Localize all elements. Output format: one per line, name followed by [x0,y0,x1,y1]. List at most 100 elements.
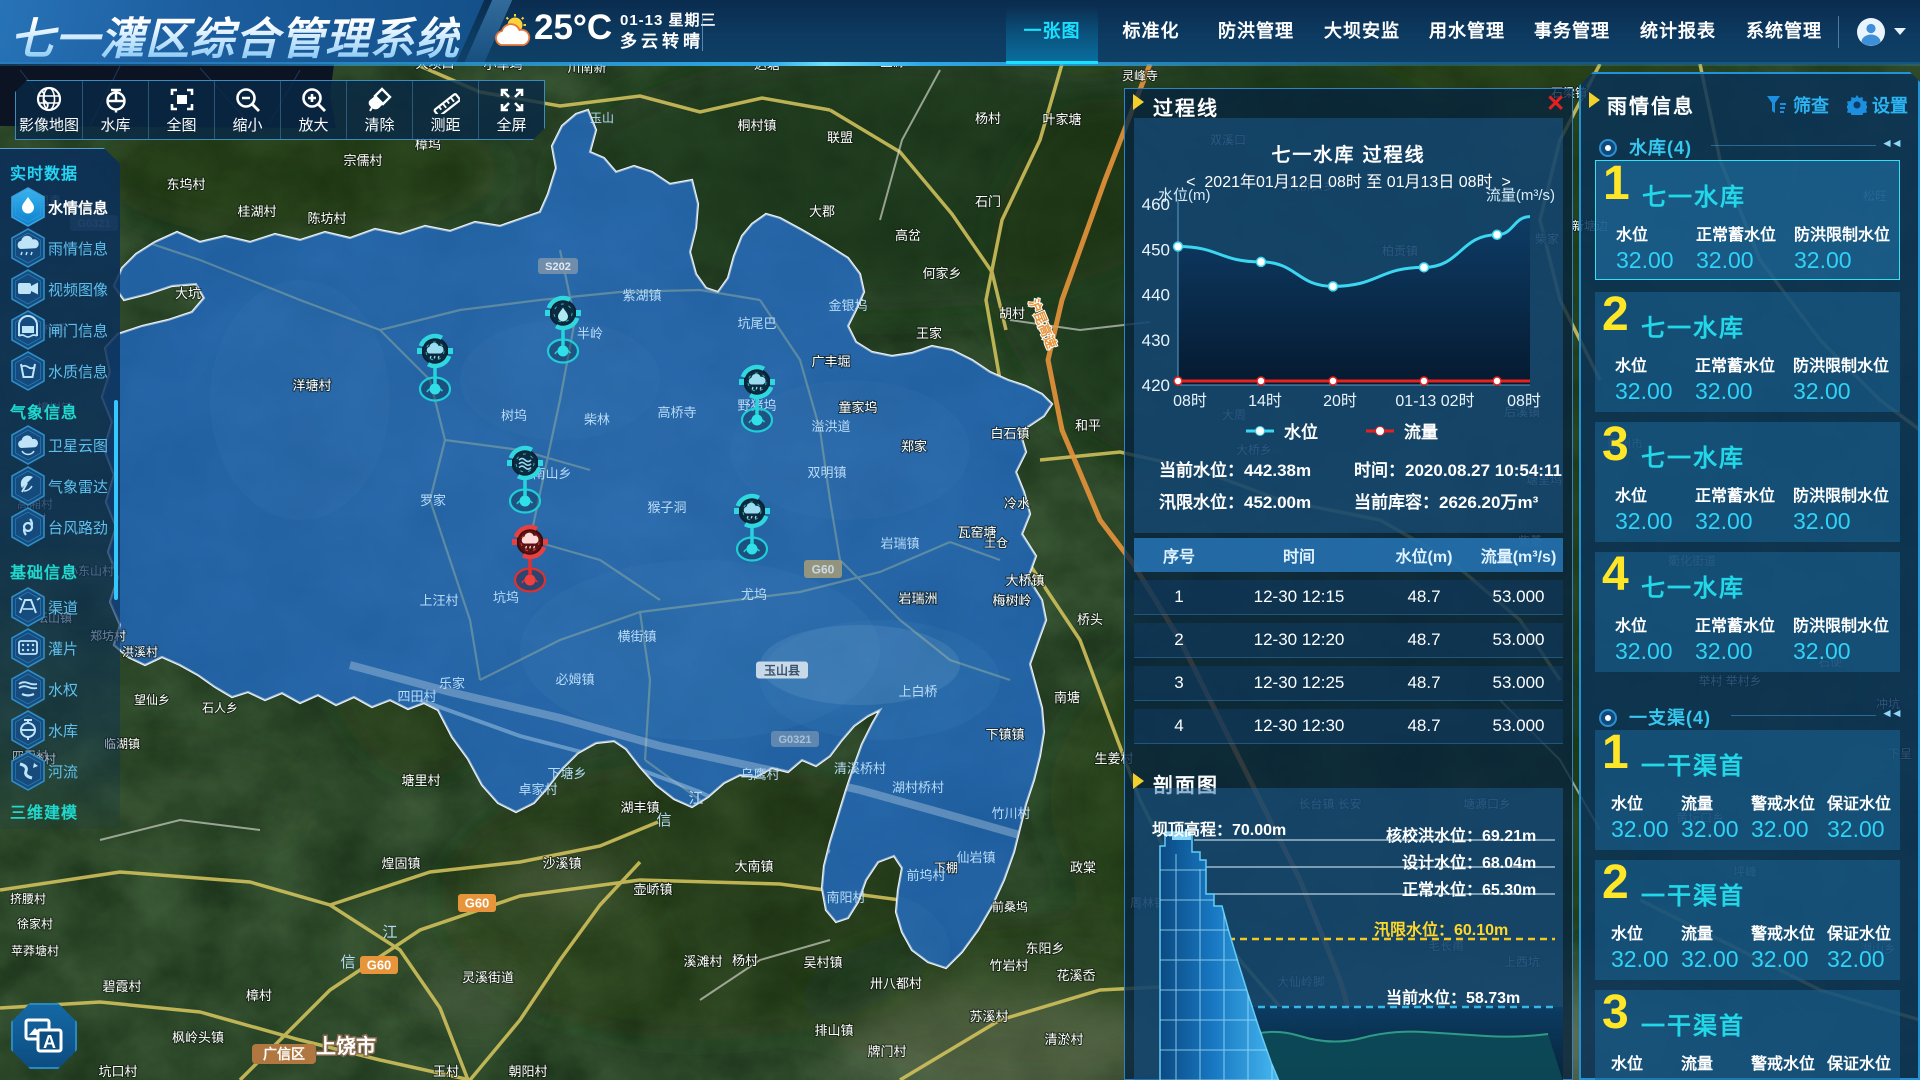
svg-text:08时: 08时 [1173,392,1207,410]
svg-text:花溪岙: 花溪岙 [1056,968,1095,983]
svg-text:杨村: 杨村 [732,953,758,968]
svg-text:460: 460 [1142,195,1170,214]
svg-text:尤坞: 尤坞 [741,587,767,602]
svg-text:450: 450 [1142,240,1170,259]
svg-text:南塘: 南塘 [1054,690,1080,705]
svg-text:大桥镇: 大桥镇 [1005,573,1044,588]
svg-text:溪滩村: 溪滩村 [683,954,722,969]
svg-text:樟村: 樟村 [246,988,272,1003]
svg-text:大坑: 大坑 [175,286,201,301]
svg-text:G60: G60 [465,896,490,911]
svg-text:陈坊村: 陈坊村 [307,211,346,226]
svg-text:和平: 和平 [1075,418,1101,433]
svg-text:冷水: 冷水 [1004,496,1030,511]
svg-text:仙岩镇: 仙岩镇 [956,850,995,865]
svg-text:梅树岭: 梅树岭 [992,593,1031,608]
svg-text:流量: 流量 [1404,422,1438,442]
svg-text:洋塘村: 洋塘村 [292,378,331,393]
svg-text:苹莽塘村: 苹莽塘村 [11,943,59,958]
svg-text:枫岭头镇: 枫岭头镇 [172,1030,224,1045]
svg-text:洪溪村: 洪溪村 [122,645,158,659]
svg-text:420: 420 [1142,376,1170,395]
svg-text:S202: S202 [545,261,571,273]
svg-text:上饶市: 上饶市 [316,1034,376,1058]
svg-text:竹川村: 竹川村 [991,806,1030,821]
svg-text:乐家: 乐家 [439,676,465,691]
svg-text:东阳乡: 东阳乡 [1025,941,1064,956]
svg-text:联盟: 联盟 [827,130,853,145]
svg-text:金银坞: 金银坞 [828,298,867,313]
svg-text:卓家村: 卓家村 [518,782,557,797]
svg-text:沙溪镇: 沙溪镇 [542,856,581,871]
svg-text:20时: 20时 [1323,392,1357,410]
svg-text:A: A [43,1032,56,1052]
svg-text:广丰堀: 广丰堀 [811,354,850,369]
svg-text:440: 440 [1142,286,1170,305]
svg-text:政棠: 政棠 [1070,860,1096,875]
svg-text:湖村桥村: 湖村桥村 [892,780,944,795]
svg-text:江: 江 [382,924,397,941]
svg-text:何家乡: 何家乡 [922,266,961,281]
svg-text:玉山县: 玉山县 [764,662,800,677]
svg-text:罗家: 罗家 [420,493,446,508]
svg-text:石人乡: 石人乡 [202,701,238,715]
svg-text:高岔: 高岔 [895,228,921,243]
svg-text:宗儒村: 宗儒村 [343,153,382,168]
svg-text:岩瑞洲: 岩瑞洲 [898,591,937,606]
svg-text:灵峰寺: 灵峰寺 [1122,69,1158,83]
svg-text:上汪村: 上汪村 [419,593,458,608]
svg-text:岩瑞镇: 岩瑞镇 [880,536,919,551]
svg-text:大南镇: 大南镇 [734,859,773,874]
svg-text:煌固镇: 煌固镇 [381,856,420,871]
svg-text:杨村: 杨村 [975,111,1001,126]
svg-text:前坞村: 前坞村 [906,868,945,883]
svg-text:坑坞: 坑坞 [493,590,519,605]
svg-text:卅八都村: 卅八都村 [870,976,922,991]
svg-text:江: 江 [688,790,703,807]
svg-text:下塘乡: 下塘乡 [547,766,586,781]
svg-text:01-13 02时: 01-13 02时 [1395,392,1474,410]
svg-text:胡村: 胡村 [999,306,1025,321]
svg-text:排山镇: 排山镇 [814,1023,853,1038]
svg-text:坑口村: 坑口村 [98,1064,137,1079]
svg-text:前桑坞: 前桑坞 [992,899,1028,914]
svg-text:塘里村: 塘里村 [401,773,440,788]
svg-text:溢洪道: 溢洪道 [811,419,850,434]
svg-text:湖丰镇: 湖丰镇 [620,800,659,815]
svg-text:430: 430 [1142,331,1170,350]
svg-text:桥头: 桥头 [1077,612,1103,627]
svg-text:双明镇: 双明镇 [807,465,846,480]
svg-text:柴林: 柴林 [584,412,610,427]
svg-text:望仙乡: 望仙乡 [134,693,170,707]
svg-text:石门: 石门 [975,194,1001,209]
svg-text:郑家: 郑家 [901,439,927,454]
svg-text:G60: G60 [367,958,392,973]
svg-text:碧霞村: 碧霞村 [102,979,141,994]
svg-text:吴村镇: 吴村镇 [803,955,842,970]
svg-text:紫湖镇: 紫湖镇 [622,288,661,303]
svg-text:G0321: G0321 [778,734,811,746]
svg-text:信: 信 [656,812,671,829]
svg-text:东坞村: 东坞村 [166,177,205,192]
svg-text:桂湖村: 桂湖村 [237,204,276,219]
svg-text:朝阳村: 朝阳村 [508,1064,547,1079]
svg-text:壶峤镇: 壶峤镇 [633,882,672,897]
svg-text:王村: 王村 [433,1064,459,1079]
svg-text:信: 信 [340,954,355,971]
svg-text:08时: 08时 [1507,392,1541,410]
svg-text:挤腰村: 挤腰村 [10,891,46,906]
svg-text:猴子洞: 猴子洞 [647,500,686,515]
svg-text:玉山: 玉山 [590,111,614,125]
svg-text:土仓: 土仓 [984,536,1008,550]
svg-text:桐村镇: 桐村镇 [737,118,776,133]
svg-text:白石镇: 白石镇 [990,426,1029,441]
svg-text:大郡: 大郡 [809,204,835,219]
svg-text:童家坞: 童家坞 [838,400,877,415]
svg-text:竹岩村: 竹岩村 [989,958,1028,973]
svg-text:水位: 水位 [1284,422,1318,442]
svg-text:徐家村: 徐家村 [17,916,53,931]
svg-text:高桥寺: 高桥寺 [657,405,696,420]
svg-text:广信区: 广信区 [263,1046,305,1062]
svg-text:必姆镇: 必姆镇 [555,672,594,687]
svg-text:牌门村: 牌门村 [867,1044,906,1059]
